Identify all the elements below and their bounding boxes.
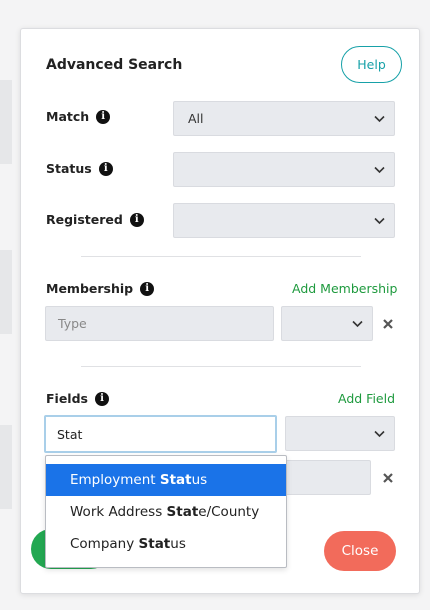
suggestion-item[interactable]: Work Address Stat e/County <box>46 496 286 528</box>
match-select-value: All <box>188 111 204 126</box>
membership-type-input[interactable]: Type <box>45 306 274 341</box>
match-label: Match <box>46 109 90 124</box>
suggestion-suffix: us <box>170 536 186 552</box>
suggestion-item[interactable]: Company Stat us <box>46 528 286 560</box>
background-strip <box>0 425 12 509</box>
background-strip <box>0 80 12 164</box>
add-field-link[interactable]: Add Field <box>338 391 395 406</box>
chevron-down-icon <box>374 217 385 224</box>
panel-title: Advanced Search <box>46 57 183 73</box>
suggestion-item[interactable]: Employment Stat us <box>46 464 286 496</box>
info-icon[interactable]: i <box>94 391 109 406</box>
info-icon[interactable]: i <box>140 281 155 296</box>
close-icon[interactable] <box>382 472 394 484</box>
status-label-row: Status i <box>46 161 113 176</box>
membership-label: Membership <box>46 281 134 296</box>
registered-select[interactable] <box>173 203 395 238</box>
status-label: Status <box>46 161 92 176</box>
chevron-down-icon <box>374 166 385 173</box>
field-select[interactable] <box>285 416 395 451</box>
match-select[interactable]: All <box>173 101 395 136</box>
chevron-down-icon <box>352 320 363 327</box>
suggestion-suffix: e/County <box>198 504 260 520</box>
registered-label: Registered <box>46 212 123 227</box>
suggestion-match: Stat <box>138 536 171 552</box>
info-icon[interactable]: i <box>96 109 111 124</box>
section-divider <box>81 366 361 367</box>
help-button[interactable]: Help <box>341 46 402 83</box>
fields-label-row: Fields i <box>46 391 109 406</box>
info-icon[interactable]: i <box>129 212 144 227</box>
section-divider <box>81 256 361 257</box>
add-membership-link[interactable]: Add Membership <box>292 281 397 296</box>
suggestion-suffix: us <box>191 472 208 488</box>
field-search-input[interactable]: Stat <box>44 415 277 453</box>
suggestion-prefix: Work Address <box>70 504 167 520</box>
suggestion-prefix: Company <box>70 536 139 552</box>
membership-label-row: Membership i <box>46 281 155 296</box>
chevron-down-icon <box>374 430 385 437</box>
close-icon[interactable] <box>382 318 394 330</box>
background-strip <box>0 250 12 334</box>
suggestion-prefix: Employment <box>70 472 160 488</box>
autocomplete-dropdown: Employment Stat us Work Address Stat e/Cou… <box>45 455 287 568</box>
status-select[interactable] <box>173 152 395 187</box>
close-button[interactable]: Close <box>324 531 396 571</box>
advanced-search-panel: Advanced Search Help Match i All Status … <box>20 28 420 594</box>
chevron-down-icon <box>374 115 385 122</box>
suggestion-match: Stat <box>166 504 199 520</box>
info-icon[interactable]: i <box>98 161 113 176</box>
membership-type-placeholder: Type <box>58 316 87 331</box>
membership-select[interactable] <box>281 306 373 341</box>
match-label-row: Match i <box>46 109 111 124</box>
fields-label: Fields <box>46 391 88 406</box>
registered-label-row: Registered i <box>46 212 144 227</box>
suggestion-match: Stat <box>159 472 192 488</box>
field-search-value: Stat <box>57 426 83 442</box>
